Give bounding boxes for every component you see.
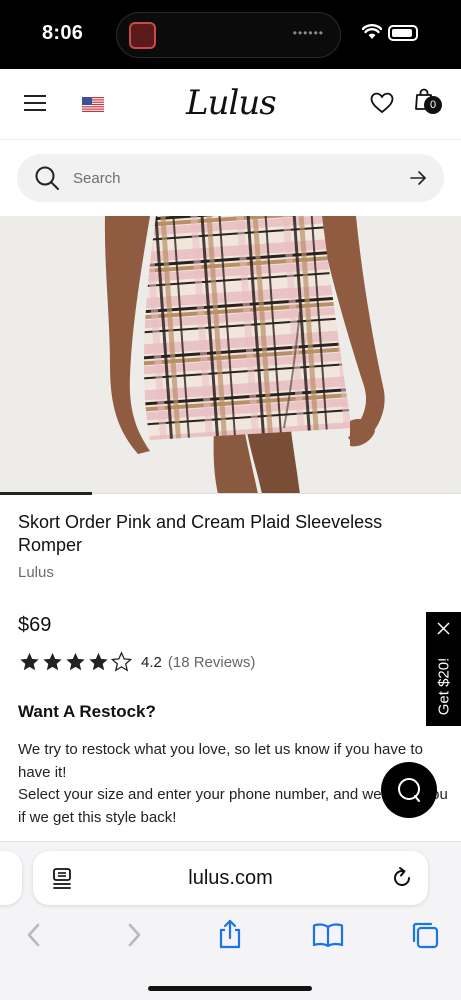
- product-price: $69: [18, 614, 52, 636]
- bag-count-badge: 0: [424, 96, 442, 114]
- star-filled-icon: [66, 652, 85, 671]
- page-menu-icon[interactable]: [52, 866, 74, 890]
- heart-icon[interactable]: [370, 92, 394, 114]
- image-carousel-progress: [0, 492, 92, 495]
- forward-icon[interactable]: [124, 922, 144, 948]
- menu-icon[interactable]: [24, 95, 46, 113]
- share-icon[interactable]: [216, 918, 244, 950]
- browser-toolbar: lulus.com: [0, 841, 461, 1000]
- promo-side-tab[interactable]: Get $20!: [426, 612, 461, 726]
- url-text[interactable]: lulus.com: [33, 851, 428, 905]
- address-bar[interactable]: lulus.com: [33, 851, 428, 905]
- site-logo[interactable]: Lulus: [186, 83, 277, 123]
- product-photo: [0, 216, 461, 494]
- star-filled-icon: [20, 652, 39, 671]
- rating-value: 4.2: [141, 653, 162, 671]
- wifi-icon: [362, 24, 382, 39]
- product-image[interactable]: [0, 216, 461, 494]
- site-header: Lulus 0: [0, 69, 461, 140]
- chat-button[interactable]: [381, 762, 437, 818]
- bookmarks-icon[interactable]: [312, 922, 344, 948]
- star-empty-icon: [110, 651, 133, 672]
- home-indicator: [148, 986, 312, 991]
- app-icon: [129, 22, 156, 49]
- product-title: Skort Order Pink and Cream Plaid Sleevel…: [18, 512, 383, 555]
- dynamic-island[interactable]: ••••••: [116, 12, 341, 58]
- tabs-icon[interactable]: [410, 920, 440, 950]
- image-carousel-track: [92, 493, 461, 494]
- island-dots: ••••••: [292, 26, 324, 40]
- search-icon: [35, 166, 59, 190]
- star-filled-icon: [89, 652, 108, 671]
- back-icon[interactable]: [24, 922, 44, 948]
- us-flag-icon[interactable]: [82, 97, 104, 112]
- status-time: 8:06: [42, 22, 84, 44]
- close-icon[interactable]: [437, 622, 450, 635]
- restock-heading: Want A Restock?: [18, 702, 156, 721]
- search-bar[interactable]: [17, 154, 444, 202]
- promo-label[interactable]: Get $20!: [436, 647, 453, 727]
- rating-count[interactable]: (18 Reviews): [168, 654, 256, 671]
- previous-tab-peek[interactable]: [0, 851, 22, 905]
- product-brand[interactable]: Lulus: [18, 564, 54, 581]
- status-bar: 8:06 ••••••: [0, 0, 461, 69]
- chat-bubble-icon: [398, 778, 420, 802]
- rating-stars: [18, 651, 133, 673]
- product-rating[interactable]: 4.2 (18 Reviews): [18, 650, 255, 674]
- search-input[interactable]: [73, 154, 393, 202]
- star-filled-icon: [43, 652, 62, 671]
- arrow-right-icon[interactable]: [409, 169, 427, 187]
- battery-icon: [388, 25, 418, 41]
- reload-icon[interactable]: [390, 866, 414, 890]
